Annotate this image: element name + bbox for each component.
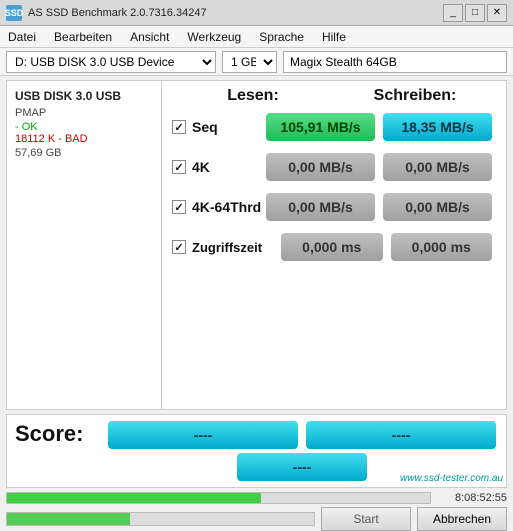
menu-ansicht[interactable]: Ansicht: [126, 29, 173, 45]
status-bar: 8:08:52:55: [6, 492, 507, 504]
bench-row-seq: ✓ Seq 105,91 MB/s 18,35 MB/s: [172, 111, 496, 143]
toolbar: D: USB DISK 3.0 USB Device 1 GB: [0, 48, 513, 76]
info-ok: - OK: [15, 121, 153, 133]
checkbox-4k[interactable]: ✓: [172, 160, 186, 174]
4k-read-val: 0,00 MB/s: [266, 153, 375, 181]
info-panel: USB DISK 3.0 USB PMAP - OK 18112 K - BAD…: [7, 81, 162, 409]
bench-label-4k64: ✓ 4K-64Thrd: [172, 199, 262, 215]
4k-write-val: 0,00 MB/s: [383, 153, 492, 181]
menu-sprache[interactable]: Sprache: [255, 29, 308, 45]
close-button[interactable]: ✕: [487, 4, 507, 22]
score-total: ----: [237, 453, 367, 481]
title-bar: SSD AS SSD Benchmark 2.0.7316.34247 _ □ …: [0, 0, 513, 26]
score-read: ----: [108, 421, 298, 449]
bottom-progress: [6, 512, 315, 526]
progress-bar-inner: [7, 493, 261, 503]
progress-bar-outer: [6, 492, 431, 504]
menu-bar: Datei Bearbeiten Ansicht Werkzeug Sprach…: [0, 26, 513, 48]
bench-header: Lesen: Schreiben:: [172, 87, 496, 105]
menu-hilfe[interactable]: Hilfe: [318, 29, 350, 45]
maximize-button[interactable]: □: [465, 4, 485, 22]
drive-select[interactable]: D: USB DISK 3.0 USB Device: [6, 51, 216, 73]
watermark: www.ssd-tester.com.au: [400, 473, 503, 484]
score-label: Score:: [15, 421, 100, 447]
4k64-write-val: 0,00 MB/s: [383, 193, 492, 221]
abort-button[interactable]: Abbrechen: [417, 507, 507, 531]
seq-write-val: 18,35 MB/s: [383, 113, 492, 141]
bench-panel: Lesen: Schreiben: ✓ Seq 105,91 MB/s 18,3…: [162, 81, 506, 409]
info-bad: 18112 K - BAD: [15, 133, 153, 145]
size-select[interactable]: 1 GB: [222, 51, 277, 73]
bottom-progress-fill: [7, 513, 130, 525]
bench-label-seq: ✓ Seq: [172, 119, 262, 135]
menu-bearbeiten[interactable]: Bearbeiten: [50, 29, 116, 45]
title-bar-left: SSD AS SSD Benchmark 2.0.7316.34247: [6, 5, 207, 21]
checkbox-seq[interactable]: ✓: [172, 120, 186, 134]
checkbox-access[interactable]: ✓: [172, 240, 186, 254]
4k64-read-val: 0,00 MB/s: [266, 193, 375, 221]
bottom-bar: Start Abbrechen: [6, 507, 507, 531]
start-button[interactable]: Start: [321, 507, 411, 531]
minimize-button[interactable]: _: [443, 4, 463, 22]
info-pmap: PMAP: [15, 107, 153, 119]
header-write: Schreiben:: [334, 87, 496, 105]
seq-read-val: 105,91 MB/s: [266, 113, 375, 141]
header-read: Lesen:: [172, 87, 334, 105]
access-write-val: 0,000 ms: [391, 233, 493, 261]
time-label: 8:08:52:55: [437, 492, 507, 504]
menu-werkzeug[interactable]: Werkzeug: [183, 29, 245, 45]
app-icon: SSD: [6, 5, 22, 21]
info-size: 57,69 GB: [15, 147, 153, 159]
label-input[interactable]: [283, 51, 507, 73]
checkbox-4k64[interactable]: ✓: [172, 200, 186, 214]
score-vals: ---- ---- ----: [108, 421, 496, 481]
window-title: AS SSD Benchmark 2.0.7316.34247: [28, 7, 207, 19]
progress-row: 8:08:52:55: [6, 492, 507, 504]
bench-row-access: ✓ Zugriffszeit 0,000 ms 0,000 ms: [172, 231, 496, 263]
bench-row-4k: ✓ 4K 0,00 MB/s 0,00 MB/s: [172, 151, 496, 183]
device-name: USB DISK 3.0 USB: [15, 89, 153, 103]
access-read-val: 0,000 ms: [281, 233, 383, 261]
bench-label-4k: ✓ 4K: [172, 159, 262, 175]
score-write: ----: [306, 421, 496, 449]
title-controls: _ □ ✕: [443, 4, 507, 22]
score-row-top: ---- ----: [108, 421, 496, 449]
main-area: USB DISK 3.0 USB PMAP - OK 18112 K - BAD…: [6, 80, 507, 410]
menu-datei[interactable]: Datei: [4, 29, 40, 45]
bench-row-4k64: ✓ 4K-64Thrd 0,00 MB/s 0,00 MB/s: [172, 191, 496, 223]
bench-label-access: ✓ Zugriffszeit: [172, 240, 277, 255]
